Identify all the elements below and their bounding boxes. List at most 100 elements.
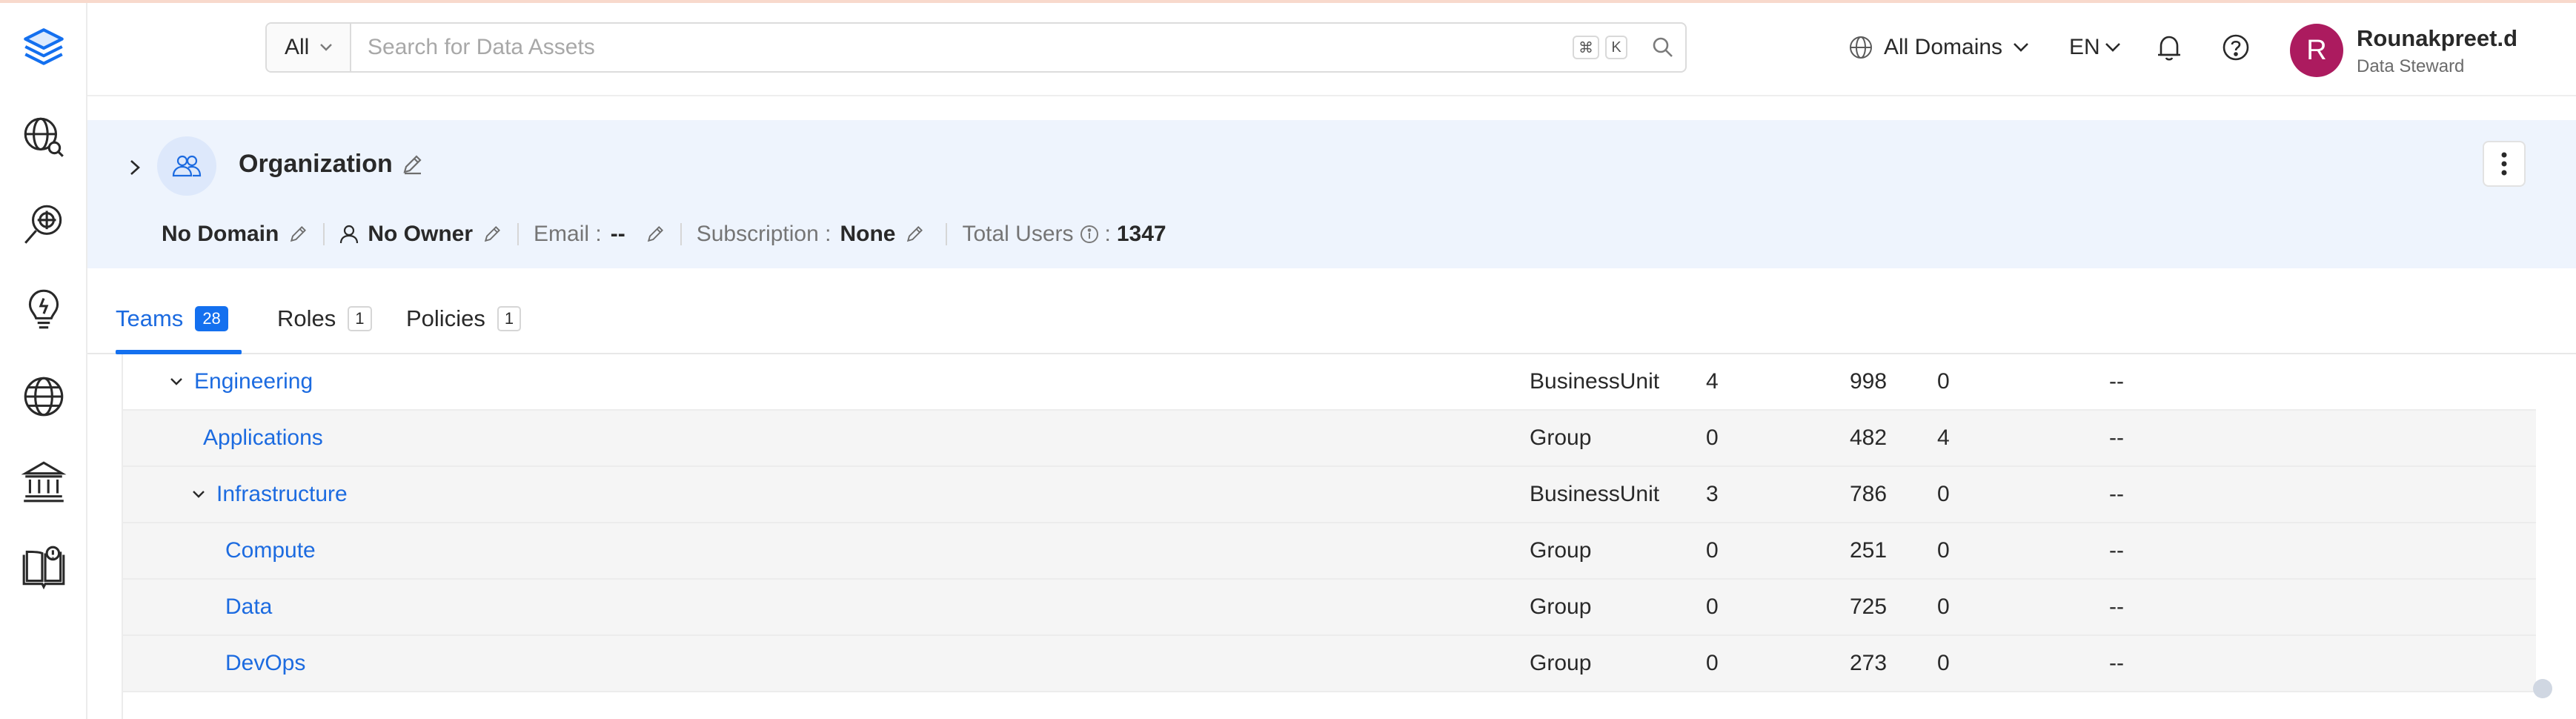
divider [323, 223, 325, 245]
collapse-chevron-down-icon[interactable] [188, 484, 209, 505]
domain-field: No Domain [162, 222, 308, 247]
search-icon[interactable] [1641, 24, 1685, 71]
team-type: Group [1530, 425, 1592, 450]
owner-value: No Owner [368, 222, 474, 246]
organization-avatar-icon [157, 136, 216, 196]
tab-label: Roles [277, 305, 336, 331]
info-icon[interactable] [1080, 225, 1099, 244]
team-type: Group [1530, 538, 1592, 563]
divider [517, 223, 519, 245]
chevron-down-icon [320, 44, 333, 51]
tab-count-badge: 1 [348, 306, 372, 331]
top-header: All ⌘ K All Domains EN R Rounakpreet.d D… [87, 3, 2576, 96]
assets-count: 0 [1937, 538, 1950, 563]
tab-roles[interactable]: Roles 1 [277, 304, 372, 334]
assets-count: 0 [1937, 594, 1950, 619]
description: -- [2109, 538, 2124, 563]
team-name-cell: DevOps [225, 636, 305, 691]
description: -- [2109, 482, 2124, 506]
divider [946, 223, 948, 245]
tab-policies[interactable]: Policies 1 [406, 304, 522, 334]
divider [680, 223, 682, 245]
tab-label: Teams [116, 305, 184, 331]
total-users-field: Total Users : 1347 [962, 222, 1166, 247]
total-users-label: Total Users [962, 222, 1074, 246]
more-options-icon[interactable] [2483, 141, 2526, 187]
team-name-link[interactable]: DevOps [225, 651, 305, 676]
edit-domain-pencil-icon[interactable] [288, 224, 308, 245]
description: -- [2109, 594, 2124, 619]
description: -- [2109, 425, 2124, 450]
edit-owner-pencil-icon[interactable] [482, 224, 502, 245]
table-row[interactable]: Data Group 0 725 0 -- [123, 580, 2536, 636]
team-name-link[interactable]: Compute [225, 538, 316, 563]
domain-value: No Domain [162, 222, 279, 246]
users-count: 273 [1850, 651, 1888, 675]
collapse-chevron-down-icon[interactable] [166, 371, 187, 392]
avatar[interactable]: R [2290, 24, 2343, 77]
user-role: Data Steward [2357, 56, 2465, 76]
sub-teams-count: 0 [1706, 594, 1719, 619]
tab-teams[interactable]: Teams 28 [116, 304, 228, 334]
notifications-bell-icon[interactable] [2155, 25, 2183, 70]
sub-teams-count: 0 [1706, 538, 1719, 563]
search-filter-label: All [285, 35, 310, 59]
user-icon [340, 225, 359, 244]
subscription-label: Subscription : [696, 222, 831, 246]
governance-icon[interactable] [16, 454, 71, 508]
team-type: Group [1530, 594, 1592, 619]
global-search: All ⌘ K [265, 22, 1687, 73]
owner-field: No Owner [339, 222, 502, 247]
domains-icon[interactable] [16, 369, 71, 424]
total-users-value: 1347 [1116, 222, 1166, 246]
edit-title-pencil-icon[interactable] [400, 153, 424, 180]
team-name-link[interactable]: Infrastructure [216, 482, 348, 507]
sub-teams-count: 3 [1706, 482, 1719, 506]
expand-chevron-right-icon[interactable] [122, 154, 148, 181]
table-row[interactable]: Applications Group 0 482 4 -- [123, 411, 2536, 467]
organization-panel: Organization No Domain No Owner Email : … [87, 120, 2576, 268]
cmd-key: ⌘ [1573, 36, 1599, 59]
search-input[interactable] [351, 24, 1573, 71]
organization-meta: No Domain No Owner Email : -- Subscripti… [162, 218, 1166, 251]
language-dropdown[interactable]: EN [2069, 25, 2121, 70]
subscription-field: Subscription : None [697, 222, 926, 247]
app-logo-icon[interactable] [16, 21, 71, 76]
teams-table: Engineering BusinessUnit 4 998 0 -- Appl… [122, 354, 2536, 719]
table-row[interactable]: Engineering BusinessUnit 4 998 0 -- [123, 354, 2536, 411]
domains-label: All Domains [1884, 35, 2003, 59]
team-type: BusinessUnit [1530, 482, 1660, 506]
chevron-down-icon [2105, 43, 2120, 52]
sub-teams-count: 4 [1706, 369, 1719, 394]
scrollbar-thumb[interactable] [2533, 679, 2552, 698]
team-name-cell: Compute [225, 523, 316, 578]
assets-count: 0 [1937, 369, 1950, 394]
globe-icon [1850, 36, 1872, 59]
table-row[interactable]: DevOps Group 0 273 0 -- [123, 636, 2536, 692]
table-row[interactable]: Compute Group 0 251 0 -- [123, 523, 2536, 580]
users-count: 998 [1850, 369, 1888, 394]
assets-count: 4 [1937, 425, 1950, 450]
team-name-link[interactable]: Applications [203, 425, 323, 451]
explore-icon[interactable] [16, 110, 71, 165]
organization-title: Organization [239, 150, 393, 178]
search-filter-dropdown[interactable]: All [267, 24, 351, 71]
chevron-down-icon [2014, 43, 2028, 52]
left-nav-rail [0, 3, 87, 719]
team-name-link[interactable]: Data [225, 594, 272, 620]
domains-dropdown[interactable]: All Domains [1848, 25, 2029, 70]
email-value: -- [610, 222, 625, 246]
sub-teams-count: 0 [1706, 425, 1719, 450]
tab-count-badge: 28 [195, 306, 228, 331]
user-name: Rounakpreet.d [2357, 25, 2518, 51]
help-icon[interactable] [2222, 25, 2250, 70]
description: -- [2109, 369, 2124, 394]
total-users-separator: : [1104, 222, 1111, 246]
edit-subscription-pencil-icon[interactable] [904, 224, 925, 245]
table-row[interactable]: Infrastructure BusinessUnit 3 786 0 -- [123, 467, 2536, 523]
edit-email-pencil-icon[interactable] [645, 224, 665, 245]
learning-book-icon[interactable] [16, 540, 71, 594]
team-name-link[interactable]: Engineering [194, 369, 313, 394]
insights-icon[interactable] [16, 282, 71, 337]
data-quality-icon[interactable] [16, 197, 71, 252]
